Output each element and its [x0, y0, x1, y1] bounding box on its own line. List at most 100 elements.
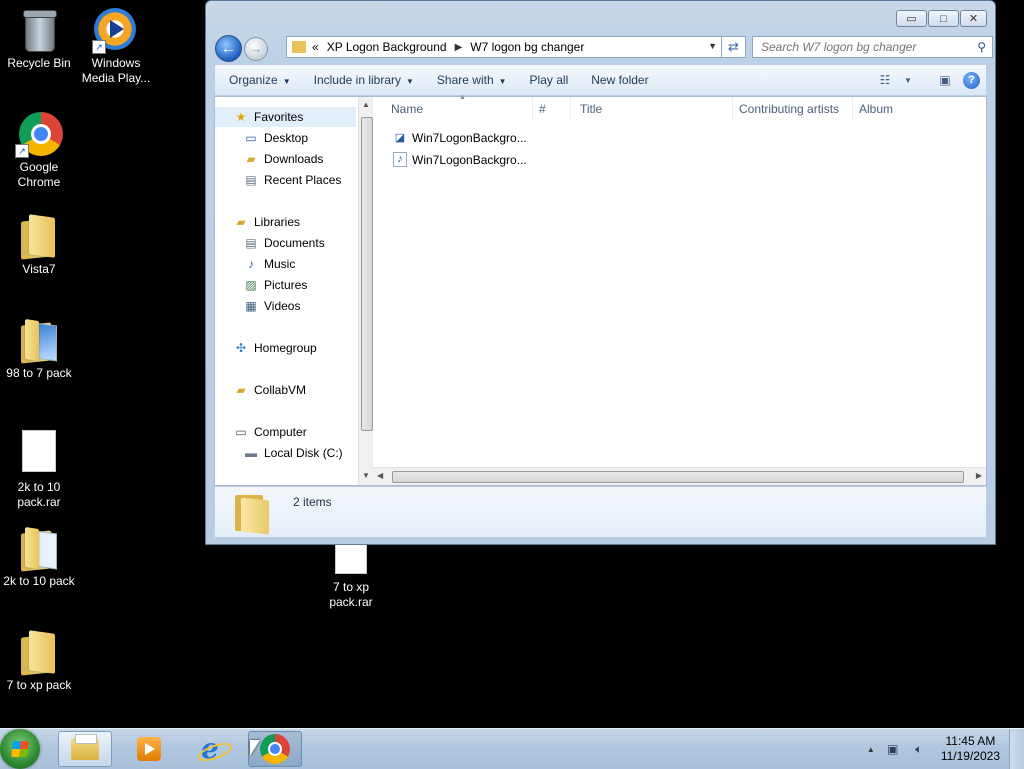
nav-label: Computer [254, 425, 307, 439]
include-in-library-label: Include in library [313, 73, 401, 87]
nav-label: Libraries [254, 215, 301, 229]
desktop-icon-google-chrome[interactable]: ↗ Google Chrome [1, 110, 77, 190]
folder-icon [15, 524, 63, 572]
scrollbar-thumb[interactable] [361, 117, 373, 431]
documents-icon: ▤ [245, 236, 257, 250]
nav-item-pictures[interactable]: ▨ Pictures [243, 275, 307, 295]
desktop-icon-7-to-xp-pack[interactable]: 7 to xp pack [1, 628, 77, 693]
desktop-icon-vista7[interactable]: Vista7 [1, 212, 77, 277]
list-item[interactable]: ◪ Win7LogonBackgro... [393, 131, 527, 145]
back-button[interactable]: ← [215, 35, 242, 62]
show-hidden-icons-icon[interactable]: ▲ [867, 745, 875, 754]
scroll-down-icon[interactable]: ▼ [362, 471, 370, 480]
nav-item-favorites[interactable]: ★ Favorites [215, 107, 356, 127]
rar-file-icon [327, 544, 375, 578]
column-header-title[interactable]: Title [571, 97, 733, 121]
desktop-icon-7-to-xp-pack-rar[interactable]: 7 to xp pack.rar [313, 542, 389, 610]
internet-explorer-icon: e [195, 735, 235, 765]
nav-item-desktop[interactable]: ▭ Desktop [243, 128, 308, 148]
item-count: 2 items [293, 495, 332, 509]
desktop-icon-2k-to-10-pack[interactable]: 2k to 10 pack [1, 524, 77, 589]
forward-button[interactable]: → [244, 37, 268, 61]
chrome-icon [260, 734, 290, 764]
maximize-button[interactable]: □ [928, 10, 959, 27]
help-icon[interactable]: ? [963, 71, 980, 89]
network-icon[interactable]: ▣ [885, 741, 901, 757]
start-button[interactable] [0, 729, 40, 769]
scroll-left-icon[interactable]: ◀ [377, 471, 383, 480]
play-all-button[interactable]: Play all [514, 73, 576, 87]
libraries-icon: ▰ [236, 215, 246, 229]
breadcrumb-item[interactable]: XP Logon Background [327, 40, 447, 54]
clock[interactable]: 11:45 AM 11/19/2023 [941, 734, 1000, 764]
view-options-icon[interactable]: ☷ [875, 70, 895, 90]
hard-drive-icon: ▬ [245, 446, 257, 460]
volume-muted-icon[interactable]: 🔈︎ [911, 741, 927, 757]
nav-item-downloads[interactable]: ▰ Downloads [243, 149, 323, 169]
file-name: Win7LogonBackgro... [412, 152, 527, 167]
window-controls: ▭ □ ✕ [896, 10, 987, 27]
show-desktop-button[interactable] [1009, 729, 1024, 769]
desktop-icon-98-to-7-pack[interactable]: 98 to 7 pack [1, 316, 77, 381]
column-header-number[interactable]: # [533, 97, 571, 121]
column-header-name[interactable]: Name [373, 97, 533, 121]
desktop-icon-recycle-bin[interactable]: Recycle Bin [1, 6, 77, 71]
taskbar-button-explorer[interactable] [58, 731, 112, 767]
taskbar-button-internet-explorer[interactable]: e [186, 731, 240, 767]
nav-item-homegroup[interactable]: ✣ Homegroup [233, 338, 317, 358]
windows-logo-icon [11, 741, 29, 757]
folder-icon [233, 491, 273, 535]
star-icon: ★ [235, 110, 247, 124]
windows-media-player-icon: ↗ [92, 6, 140, 54]
desktop-icon-2k-to-10-pack-rar[interactable]: 2k to 10 pack.rar [1, 426, 77, 510]
sort-ascending-icon: ▲ [459, 94, 466, 101]
nav-item-computer[interactable]: ▭ Computer [233, 422, 307, 442]
application-icon: ◪ [394, 132, 406, 144]
new-folder-button[interactable]: New folder [575, 73, 655, 87]
scroll-right-icon[interactable]: ▶ [976, 471, 982, 480]
nav-item-music[interactable]: ♪ Music [243, 254, 295, 274]
chevron-down-icon[interactable]: ▼ [903, 70, 913, 90]
minimize-button[interactable]: ▭ [896, 10, 927, 27]
list-item[interactable]: ♪ Win7LogonBackgro... [393, 152, 527, 167]
desktop-icon-label: Recycle Bin [7, 56, 71, 70]
breadcrumb-item[interactable]: W7 logon bg changer [470, 40, 584, 54]
rar-file-icon [15, 430, 63, 478]
audio-file-icon: ♪ [393, 152, 407, 167]
nav-item-local-disk[interactable]: ▬ Local Disk (C:) [243, 443, 343, 463]
nav-label: Recent Places [264, 173, 342, 187]
search-input[interactable] [759, 39, 973, 55]
column-header-contributing-artists[interactable]: Contributing artists [733, 97, 853, 121]
scroll-up-icon[interactable]: ▲ [362, 100, 370, 109]
breadcrumb-separator-icon[interactable]: ▶ [455, 42, 463, 53]
nav-item-collabvm[interactable]: ▰ CollabVM [233, 380, 306, 400]
nav-label: Desktop [264, 131, 309, 145]
column-header-album[interactable]: Album [853, 97, 973, 121]
nav-item-documents[interactable]: ▤ Documents [243, 233, 324, 253]
address-row: ← → « XP Logon Background ▶ W7 logon bg … [214, 34, 993, 62]
include-in-library-button[interactable]: Include in library ▼ [298, 73, 421, 87]
organize-label: Organize [229, 73, 278, 87]
organize-button[interactable]: Organize ▼ [215, 73, 298, 87]
desktop-icon-windows-media-player[interactable]: ↗ Windows Media Play... [78, 6, 154, 86]
folder-icon [15, 316, 63, 364]
nav-label: CollabVM [254, 383, 307, 397]
content-horizontal-scrollbar[interactable]: ◀ ▶ [373, 467, 986, 485]
search-icon[interactable]: ⚲ [977, 40, 986, 54]
close-button[interactable]: ✕ [960, 10, 987, 27]
search-box: ⚲ [752, 36, 993, 58]
address-dropdown-icon[interactable]: ▼ [708, 41, 717, 51]
breadcrumb-overflow[interactable]: « [312, 40, 319, 54]
address-bar[interactable]: « XP Logon Background ▶ W7 logon bg chan… [286, 36, 722, 58]
preview-pane-icon[interactable]: ▣ [935, 70, 955, 90]
navigation-scrollbar[interactable]: ▲ ▼ [358, 97, 374, 485]
scrollbar-thumb[interactable] [392, 471, 964, 483]
nav-item-libraries[interactable]: ▰ Libraries [233, 212, 300, 232]
nav-item-recent-places[interactable]: ▤ Recent Places [243, 170, 341, 190]
taskbar-button-media-player[interactable] [122, 731, 176, 767]
nav-item-videos[interactable]: ▦ Videos [243, 296, 300, 316]
chevron-down-icon: ▼ [406, 77, 414, 86]
refresh-button[interactable]: ⇄ [722, 36, 746, 58]
share-with-button[interactable]: Share with ▼ [421, 73, 514, 87]
command-bar: Organize ▼ Include in library ▼ Share with… [214, 64, 987, 96]
